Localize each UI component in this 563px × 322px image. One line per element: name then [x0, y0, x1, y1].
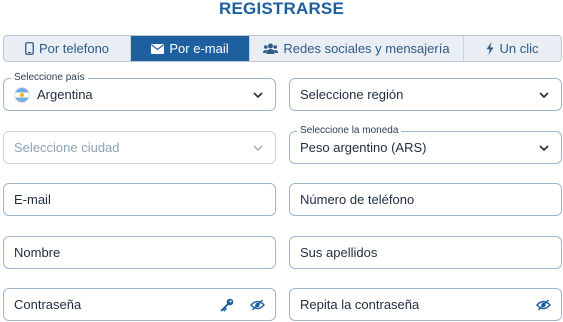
- tab-label: Redes sociales y mensajería: [283, 41, 450, 56]
- currency-value: Peso argentino (ARS): [300, 140, 427, 155]
- phone-placeholder: Número de teléfono: [300, 192, 415, 207]
- tab-label: Por e-mail: [169, 41, 229, 56]
- registration-method-tabs: Por telefono Por e-mail Redes sociales y…: [3, 35, 562, 62]
- password-repeat-field[interactable]: Repita la contraseña: [289, 288, 562, 321]
- chevron-down-icon: [537, 88, 551, 102]
- chevron-down-icon: [251, 88, 265, 102]
- first-name-placeholder: Nombre: [14, 245, 61, 260]
- phone-field[interactable]: Número de teléfono: [289, 183, 562, 216]
- region-select[interactable]: Seleccione región: [289, 78, 562, 111]
- lightning-icon: [486, 42, 494, 55]
- tab-label: Por telefono: [38, 41, 110, 56]
- chevron-down-icon: [251, 141, 265, 155]
- password-field[interactable]: Contraseña: [3, 288, 276, 321]
- last-name-field[interactable]: Sus apellidos: [289, 236, 562, 269]
- argentina-flag-icon: [14, 86, 30, 103]
- email-placeholder: E-mail: [14, 192, 51, 207]
- eye-slash-icon[interactable]: [536, 299, 551, 311]
- phone-icon: [25, 42, 34, 55]
- eye-slash-icon[interactable]: [250, 299, 265, 311]
- first-name-field[interactable]: Nombre: [3, 236, 276, 269]
- envelope-icon: [151, 43, 165, 54]
- last-name-placeholder: Sus apellidos: [300, 245, 378, 260]
- tab-by-phone[interactable]: Por telefono: [4, 36, 131, 61]
- country-select[interactable]: Seleccione país Argentina: [3, 72, 276, 111]
- key-icon[interactable]: [220, 298, 234, 312]
- country-value: Argentina: [37, 87, 93, 102]
- tab-by-email[interactable]: Por e-mail: [131, 36, 250, 61]
- tab-one-click[interactable]: Un clic: [464, 36, 561, 61]
- page-title: REGISTRARSE: [219, 0, 344, 18]
- region-placeholder: Seleccione región: [300, 87, 404, 102]
- password-placeholder: Contraseña: [14, 297, 82, 312]
- email-field[interactable]: E-mail: [3, 183, 276, 216]
- country-legend: Seleccione país: [11, 72, 88, 84]
- tab-label: Un clic: [499, 41, 539, 56]
- users-icon: [263, 43, 279, 54]
- city-placeholder: Seleccione ciudad: [14, 140, 120, 155]
- currency-legend: Seleccione la moneda: [297, 125, 402, 137]
- city-select[interactable]: Seleccione ciudad: [3, 131, 276, 164]
- tab-social-networks[interactable]: Redes sociales y mensajería: [250, 36, 464, 61]
- password-repeat-placeholder: Repita la contraseña: [300, 297, 420, 312]
- chevron-down-icon: [537, 141, 551, 155]
- currency-select[interactable]: Seleccione la moneda Peso argentino (ARS…: [289, 125, 562, 164]
